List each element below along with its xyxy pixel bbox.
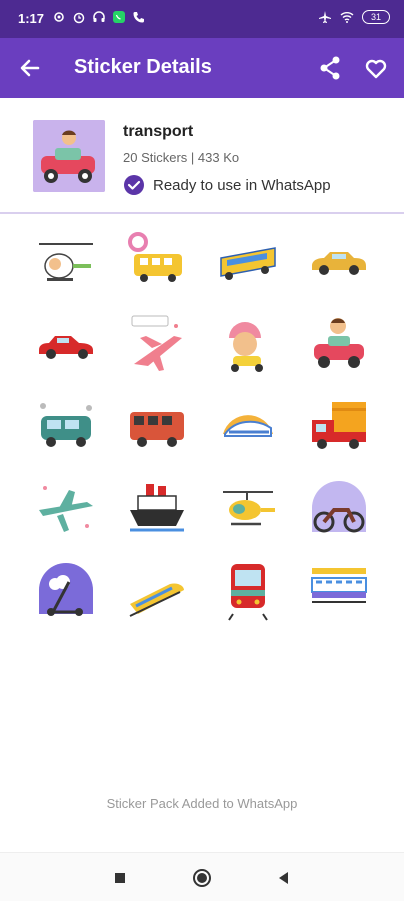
sticker-item[interactable] xyxy=(202,386,293,468)
sticker-item[interactable] xyxy=(293,386,384,468)
classic-car-sticker-icon xyxy=(311,252,366,275)
pink-airplane-sticker-icon xyxy=(131,315,182,371)
heart-icon[interactable] xyxy=(362,54,390,82)
sticker-item[interactable] xyxy=(111,222,202,304)
system-nav-bar xyxy=(0,852,404,901)
sticker-item[interactable] xyxy=(202,468,293,550)
settings-icon xyxy=(54,12,64,22)
sticker-item[interactable] xyxy=(111,304,202,386)
sticker-item[interactable] xyxy=(293,304,384,386)
ready-status: Ready to use in WhatsApp xyxy=(123,174,331,196)
pack-thumbnail-image xyxy=(33,120,105,192)
back-icon[interactable] xyxy=(273,867,295,889)
ready-status-text: Ready to use in WhatsApp xyxy=(153,176,331,194)
status-right-icons: 31 xyxy=(318,10,390,24)
sticker-item[interactable] xyxy=(20,222,111,304)
sticker-row xyxy=(20,304,384,386)
recent-apps-icon[interactable] xyxy=(109,867,131,889)
pack-name: transport xyxy=(123,123,194,140)
red-car-sticker-icon xyxy=(38,336,93,359)
van-sticker-icon xyxy=(39,403,92,447)
green-airplane-sticker-icon xyxy=(38,486,93,532)
footer-status-text: Sticker Pack Added to WhatsApp xyxy=(106,796,298,811)
yellow-bus-sticker-icon xyxy=(219,247,276,280)
helicopter-sticker-icon xyxy=(38,243,93,281)
share-icon[interactable] xyxy=(316,54,344,82)
sticker-item[interactable] xyxy=(202,550,293,632)
sticker-item[interactable] xyxy=(202,304,293,386)
sticker-item[interactable] xyxy=(293,222,384,304)
ship-sticker-icon xyxy=(129,484,184,532)
status-bar: 1:17 31 xyxy=(0,0,404,38)
sticker-item[interactable] xyxy=(293,468,384,550)
phone-icon xyxy=(133,12,144,23)
passenger-train-sticker-icon xyxy=(310,568,367,603)
sticker-row xyxy=(20,550,384,632)
app-bar: Sticker Details xyxy=(0,38,404,98)
sticker-item[interactable] xyxy=(20,386,111,468)
alarm-icon xyxy=(73,12,85,24)
high-speed-train-sticker-icon xyxy=(129,583,184,617)
whatsapp-icon xyxy=(113,11,125,23)
sticker-row xyxy=(20,222,384,304)
motorcycle-sticker-icon xyxy=(311,481,366,533)
battery-icon: 31 xyxy=(362,10,390,24)
bullet-train-sticker-icon xyxy=(222,415,273,437)
sticker-item[interactable] xyxy=(20,550,111,632)
sticker-item[interactable] xyxy=(202,222,293,304)
kid-scooter-sticker-icon xyxy=(228,322,263,372)
status-left-icons xyxy=(52,10,146,24)
pack-meta: 20 Stickers | 433 Ko xyxy=(123,150,240,165)
pack-info: transport 20 Stickers | 433 Ko Ready to … xyxy=(0,98,404,213)
school-bus-sticker-icon xyxy=(127,232,182,282)
kid-car-sticker-icon xyxy=(313,318,364,368)
red-bus-sticker-icon xyxy=(129,412,184,447)
sticker-item[interactable] xyxy=(111,550,202,632)
sticker-item[interactable] xyxy=(111,386,202,468)
metro-train-sticker-icon xyxy=(227,564,268,621)
sticker-row xyxy=(20,386,384,468)
airplane-mode-icon xyxy=(319,11,331,23)
kick-scooter-sticker-icon xyxy=(38,563,93,616)
sticker-item[interactable] xyxy=(20,468,111,550)
divider xyxy=(0,212,404,214)
sticker-grid xyxy=(20,222,384,632)
check-circle-icon xyxy=(124,175,144,195)
home-icon[interactable] xyxy=(191,867,213,889)
page-title: Sticker Details xyxy=(74,56,212,78)
back-arrow-icon[interactable] xyxy=(16,54,44,82)
status-time: 1:17 xyxy=(18,11,45,26)
sticker-item[interactable] xyxy=(111,468,202,550)
sticker-item[interactable] xyxy=(20,304,111,386)
sticker-row xyxy=(20,468,384,550)
headset-icon xyxy=(93,11,105,22)
wifi-icon xyxy=(340,12,354,23)
truck-sticker-icon xyxy=(311,402,366,449)
sticker-item[interactable] xyxy=(293,550,384,632)
yellow-helicopter-sticker-icon xyxy=(222,491,275,526)
